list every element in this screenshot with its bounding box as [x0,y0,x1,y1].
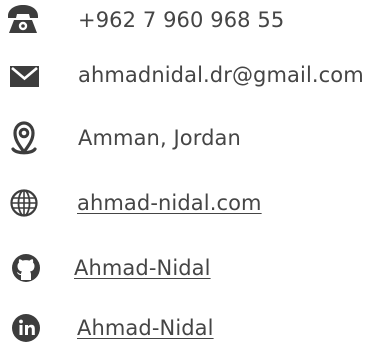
globe-icon [9,183,43,223]
contact-item-phone: +962 7 960 968 55 [0,0,373,40]
contact-item-email: ahmadnidal.dr@gmail.com [0,55,373,95]
github-link[interactable]: Ahmad-Nidal [74,248,211,288]
website-link[interactable]: ahmad-nidal.com [77,183,262,223]
phone-number: +962 7 960 968 55 [78,8,285,32]
linkedin-link[interactable]: Ahmad-Nidal [77,308,214,348]
location-text: Amman, Jordan [78,126,241,150]
location-pin-icon [8,118,42,158]
email-address: ahmadnidal.dr@gmail.com [78,63,364,87]
github-icon [10,248,44,288]
envelope-icon [8,55,42,95]
linkedin-icon [10,308,44,348]
contact-item-linkedin[interactable]: Ahmad-Nidal [0,308,373,348]
contact-item-github[interactable]: Ahmad-Nidal [0,248,373,288]
contact-list: +962 7 960 968 55 ahmadnidal.dr@gmail.co… [0,0,373,345]
phone-icon [6,0,40,40]
contact-item-location: Amman, Jordan [0,118,373,158]
contact-item-website[interactable]: ahmad-nidal.com [0,183,373,223]
